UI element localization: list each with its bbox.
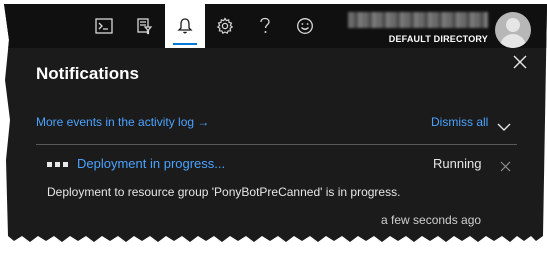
portal-window: DEFAULT DIRECTORY Notifications More eve… [0,4,547,242]
chevron-down-icon [497,117,511,136]
avatar[interactable] [495,12,531,48]
help-button[interactable] [245,4,285,48]
bell-icon [177,17,193,35]
directory-label: DEFAULT DIRECTORY [388,34,488,44]
notifications-button[interactable] [165,4,205,48]
close-icon [512,55,528,74]
feedback-button[interactable] [285,4,325,48]
directory-filter-button[interactable] [124,4,164,48]
top-bar: DEFAULT DIRECTORY [0,4,547,48]
notification-item[interactable]: Deployment in progress... Running Deploy… [0,145,547,235]
notification-title[interactable]: Deployment in progress... [77,156,225,171]
panel-title: Notifications [36,64,139,83]
cloud-shell-button[interactable] [84,4,124,48]
dismiss-notification-button[interactable] [500,157,511,172]
activity-log-link[interactable]: More events in the activity log → [36,115,209,129]
screenshot-frame: DEFAULT DIRECTORY Notifications More eve… [0,0,547,254]
cloud-shell-icon [95,18,113,34]
account-name-redacted [348,12,488,28]
avatar-head [506,18,520,32]
settings-button[interactable] [205,4,245,48]
directory-filter-icon [135,17,153,35]
avatar-body [500,34,526,48]
close-icon [500,157,511,176]
account-menu[interactable]: DEFAULT DIRECTORY [342,12,492,46]
collapse-button[interactable] [497,117,511,131]
notification-status: Running [433,156,482,171]
gear-icon [216,17,234,35]
close-panel-button[interactable] [512,54,528,70]
smiley-feedback-icon [296,17,314,35]
dismiss-all-link[interactable]: Dismiss all [431,115,488,129]
notification-timestamp: a few seconds ago [381,213,482,227]
notification-body: Deployment to resource group 'PonyBotPre… [47,185,401,199]
progress-dots-icon [47,162,69,168]
help-icon [258,17,272,35]
